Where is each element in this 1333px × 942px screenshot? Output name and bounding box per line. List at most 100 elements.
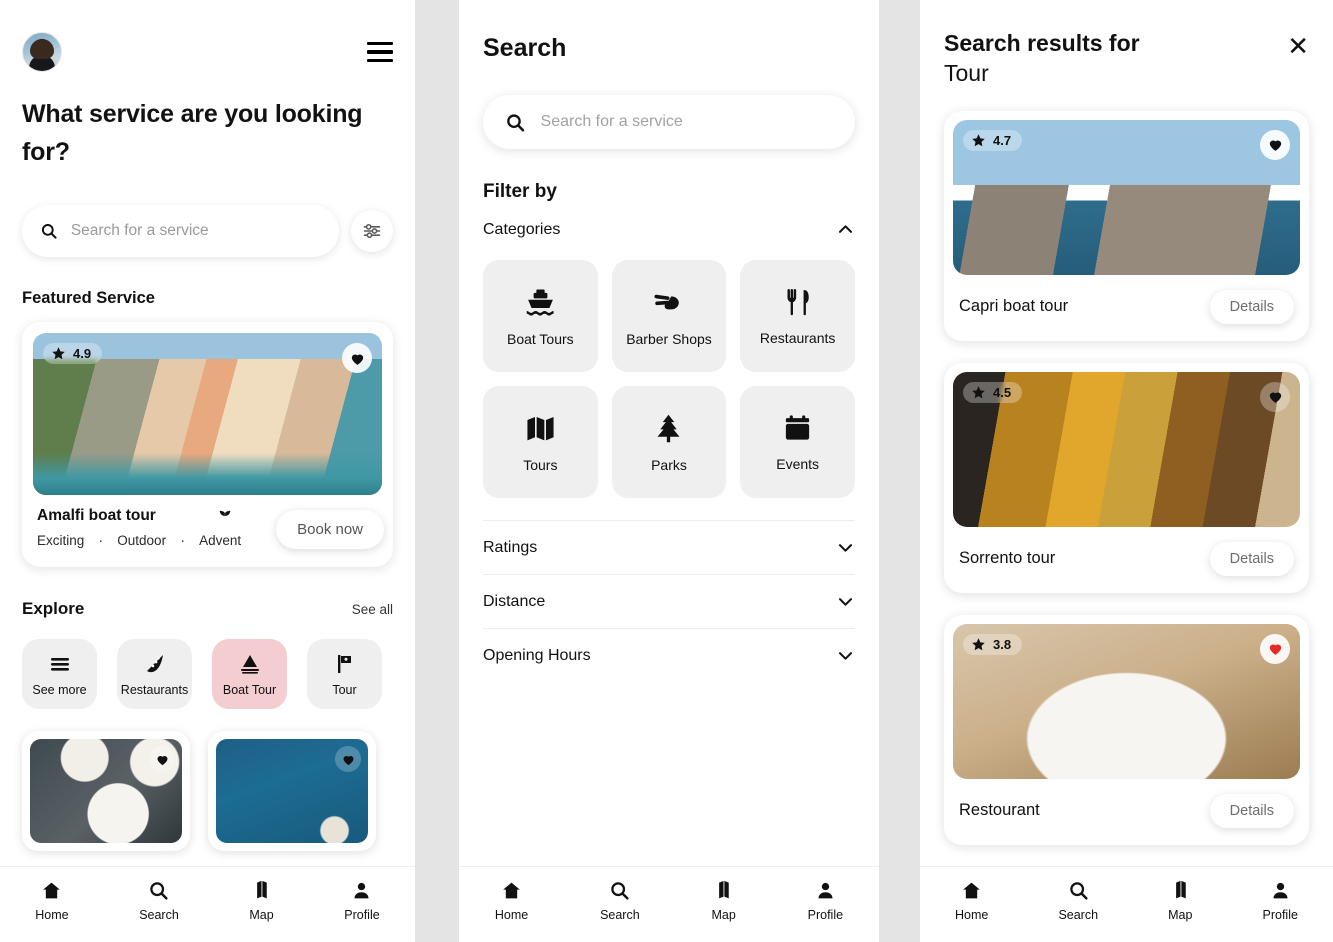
nav-item-search[interactable]: Search (1058, 880, 1098, 922)
category-tours[interactable]: Tours (483, 386, 598, 498)
home-header (22, 22, 393, 82)
chip-restaurants[interactable]: Restaurants (117, 639, 192, 709)
map-icon (719, 880, 729, 898)
chip-see-more[interactable]: See more (22, 639, 97, 709)
chip-tour[interactable]: Tour (307, 639, 382, 709)
panel-gap (415, 0, 459, 942)
result-title: Restourant (959, 801, 1040, 820)
chevron-down-icon (838, 652, 853, 660)
favorite-button[interactable] (335, 746, 361, 772)
list-item[interactable] (208, 731, 376, 851)
nav-item-profile[interactable]: Profile (344, 880, 380, 922)
nav-item-profile[interactable]: Profile (1263, 880, 1298, 922)
details-button[interactable]: Details (1209, 541, 1294, 576)
search-input[interactable] (540, 113, 833, 131)
category-label: Restaurants (759, 329, 836, 346)
ferry-boat-icon (526, 288, 554, 316)
accordion-categories[interactable]: Categories (483, 203, 855, 256)
nav-label: Search (1058, 907, 1099, 922)
search-icon (507, 113, 525, 131)
accordion-distance[interactable]: Distance (483, 574, 855, 628)
search-query: Tour (944, 60, 989, 87)
favorite-button[interactable] (1260, 633, 1290, 664)
calendar-icon (786, 414, 810, 440)
map-icon (257, 880, 267, 898)
details-button[interactable]: Details (1209, 793, 1294, 828)
favorite-button[interactable] (1260, 129, 1290, 160)
category-events[interactable]: Events (740, 386, 855, 498)
star-icon (972, 133, 985, 146)
home-search-row (22, 205, 393, 257)
nav-label: Map (1168, 907, 1193, 922)
search-input[interactable] (70, 222, 321, 240)
category-barber-shops[interactable]: Barber Shops (611, 260, 727, 372)
hamburger-menu-icon[interactable] (367, 42, 393, 62)
nav-item-map[interactable]: Map (1168, 880, 1192, 922)
category-boat-tours[interactable]: Boat Tours (483, 260, 598, 372)
menu-lines-icon (50, 657, 69, 671)
search-input-wrapper[interactable] (483, 95, 855, 149)
heart-icon (1269, 140, 1281, 152)
accordion-ratings[interactable]: Ratings (483, 520, 855, 574)
page-title: Search (483, 34, 567, 62)
nav-item-map[interactable]: Map (249, 880, 274, 922)
tag-separator: · (98, 532, 104, 549)
filter-button[interactable] (351, 210, 393, 252)
nav-item-search[interactable]: Search (139, 880, 179, 922)
book-now-button[interactable]: Book now (276, 510, 384, 549)
chevron-up-icon (838, 225, 853, 233)
featured-service-card[interactable]: 4.9 Amalfi boat tour Exciting · Outdoor … (22, 322, 393, 567)
three-panel-stage: What service are you looking for? Search… (0, 0, 1333, 942)
tree-icon (657, 414, 680, 442)
favorite-button[interactable] (149, 746, 175, 772)
heart-icon (1269, 644, 1281, 656)
details-button[interactable]: Details (1209, 289, 1294, 324)
chip-label: Tour (332, 682, 357, 697)
nav-item-profile[interactable]: Profile (808, 880, 843, 922)
chip-boat-tour[interactable]: Boat Tour (212, 639, 287, 709)
leaf-sprout-icon (219, 510, 231, 523)
category-restaurants[interactable]: Restaurants (740, 260, 855, 372)
category-grid: Boat Tours Barber Shops Restaurants Tour… (483, 260, 855, 498)
accordion-opening-hours[interactable]: Opening Hours (483, 628, 855, 682)
rating-badge: 4.5 (963, 381, 1023, 403)
nav-item-home[interactable]: Home (495, 880, 528, 922)
favorite-button[interactable] (1260, 381, 1290, 412)
favorite-button[interactable] (342, 343, 372, 373)
search-input-wrapper[interactable] (22, 205, 339, 257)
nav-label: Profile (344, 907, 380, 922)
bottom-navigation: Home Search Map Profile (920, 866, 1333, 942)
category-label: Parks (651, 456, 687, 473)
search-icon (150, 881, 169, 900)
nav-item-search[interactable]: Search (600, 880, 640, 922)
results-heading-block: Search results for Tour (944, 28, 1140, 89)
star-icon (52, 347, 65, 360)
nav-item-map[interactable]: Map (711, 880, 736, 922)
nav-item-home[interactable]: Home (955, 880, 988, 922)
nav-item-home[interactable]: Home (35, 880, 69, 922)
person-icon (1273, 882, 1288, 898)
list-item[interactable] (22, 731, 190, 851)
nav-label: Map (249, 907, 274, 922)
home-icon (43, 882, 61, 898)
avatar[interactable] (22, 32, 62, 72)
category-label: Events (776, 455, 820, 472)
see-all-link[interactable]: See all (352, 602, 393, 617)
table-row[interactable]: 3.8 Restourant Details (944, 614, 1309, 845)
accordion-label: Categories (483, 220, 561, 238)
category-parks[interactable]: Parks (611, 386, 727, 498)
tag-2: Advent (199, 533, 242, 548)
bottom-navigation: Home Search Map Profile (459, 866, 879, 942)
result-title: Capri boat tour (959, 297, 1069, 316)
table-row[interactable]: 4.5 Sorrento tour Details (944, 362, 1309, 593)
rating-badge: 4.7 (963, 129, 1023, 151)
person-icon (354, 882, 369, 898)
close-icon[interactable]: ✕ (1287, 33, 1309, 59)
result-image: 3.8 (953, 623, 1300, 779)
result-meta: Restourant Details (953, 779, 1300, 845)
scissors-hand-icon (654, 294, 680, 309)
table-row[interactable]: 4.7 Capri boat tour Details (944, 110, 1309, 341)
heart-icon (157, 755, 167, 765)
tag-1: Outdoor (117, 533, 167, 548)
rating-value: 3.8 (993, 636, 1012, 652)
